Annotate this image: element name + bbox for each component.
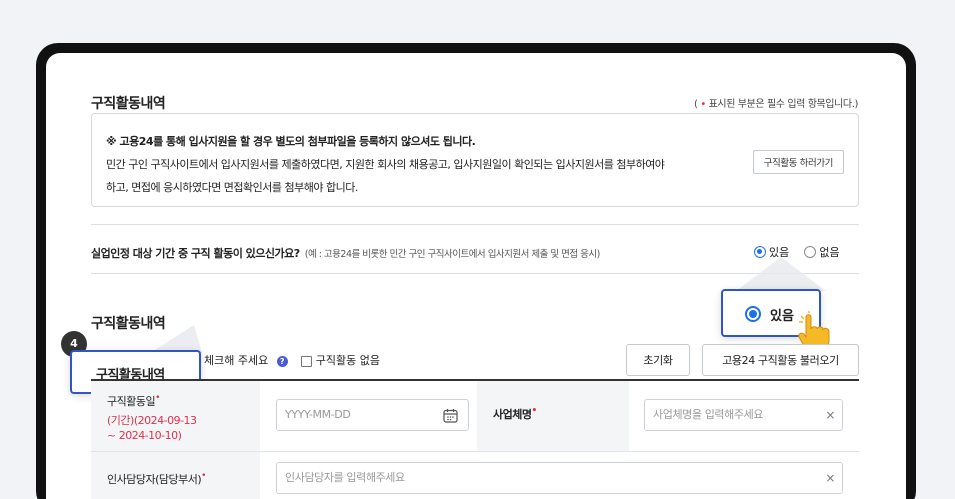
divider xyxy=(91,224,859,225)
date-input[interactable]: YYYY-MM-DD xyxy=(276,399,469,431)
no-activity-checkbox-box[interactable] xyxy=(301,355,313,367)
required-dot: • xyxy=(531,406,537,416)
company-placeholder: 사업체명을 입력해주세요 xyxy=(653,408,764,421)
question-row: 실업인정 대상 기간 중 구직 활동이 있으신가요? (예 : 고용24를 비롯… xyxy=(91,242,600,261)
load-activity-button[interactable]: 고용24 구직활동 불러오기 xyxy=(702,344,859,376)
required-dot: • xyxy=(201,471,206,481)
required-note-text: 표시된 부분은 필수 입력 항목입니다.) xyxy=(705,99,859,110)
hr-placeholder: 인사담당자를 입력해주세요 xyxy=(285,471,405,484)
device-frame: 구직활동내역 ( • 표시된 부분은 필수 입력 항목입니다.) ※ 고용24를… xyxy=(36,43,916,499)
info-line-2: 민간 구인 구직사이트에서 입사지원서를 제출하였다면, 지원한 회사의 채용공… xyxy=(106,158,665,171)
date-label: 구직활동일 xyxy=(107,395,156,408)
go-job-search-button[interactable]: 구직활동 하러가기 xyxy=(752,150,844,174)
required-note: ( • 표시된 부분은 필수 입력 항목입니다.) xyxy=(694,95,858,110)
info-line-3: 하고, 면접에 응시하였다면 면접확인서를 첨부해야 합니다. xyxy=(106,181,358,194)
date-placeholder: YYYY-MM-DD xyxy=(285,408,351,421)
hr-input[interactable]: 인사담당자를 입력해주세요 × xyxy=(276,462,843,494)
reset-button[interactable]: 초기화 xyxy=(626,344,690,376)
company-label: 사업체명 xyxy=(493,408,532,421)
calendar-icon[interactable] xyxy=(443,408,458,423)
form-screen: 구직활동내역 ( • 표시된 부분은 필수 입력 항목입니다.) ※ 고용24를… xyxy=(46,53,906,499)
no-activity-checkbox[interactable]: 구직활동 없음 xyxy=(301,354,380,367)
help-icon[interactable]: ? xyxy=(276,355,288,367)
info-box: ※ 고용24를 통해 입사지원을 할 경우 별도의 첨부파일을 등록하지 않으셔… xyxy=(91,113,859,207)
date-period: (기간)(2024-09-13 xyxy=(107,414,197,427)
no-activity-label: 구직활동 없음 xyxy=(315,354,380,367)
date-period-end: ~ 2024-10-10) xyxy=(107,429,182,442)
section-title: 구직활동내역 xyxy=(91,96,166,112)
clear-icon[interactable]: × xyxy=(825,463,835,493)
company-input[interactable]: 사업체명을 입력해주세요 × xyxy=(644,399,843,431)
date-label-cell: 구직활동일• (기간)(2024-09-13 ~ 2024-10-10) xyxy=(91,381,260,451)
clear-icon[interactable]: × xyxy=(825,400,835,430)
activity-check-row: 체크해 주세요 ? 구직활동 없음 xyxy=(204,352,380,368)
company-label-cell: 사업체명• xyxy=(477,381,629,451)
check-hint: 체크해 주세요 xyxy=(204,354,269,367)
question-text: 실업인정 대상 기간 중 구직 활동이 있으신가요? xyxy=(91,247,300,260)
question-example: (예 : 고용24를 비롯한 민간 구인 구직사이트에서 입사지원서 제출 및 … xyxy=(304,249,601,260)
required-dot: • xyxy=(155,393,160,403)
hr-label-cell: 인사담당자(담당부서)• xyxy=(91,452,260,499)
callout-radio-icon xyxy=(745,306,761,322)
callout-yes-label: 있음 xyxy=(770,309,794,324)
info-line-1: ※ 고용24를 통해 입사지원을 할 경우 별도의 첨부파일을 등록하지 않으셔… xyxy=(106,135,476,148)
hr-label: 인사담당자(담당부서) xyxy=(107,473,202,486)
callout-pointer xyxy=(736,257,826,291)
